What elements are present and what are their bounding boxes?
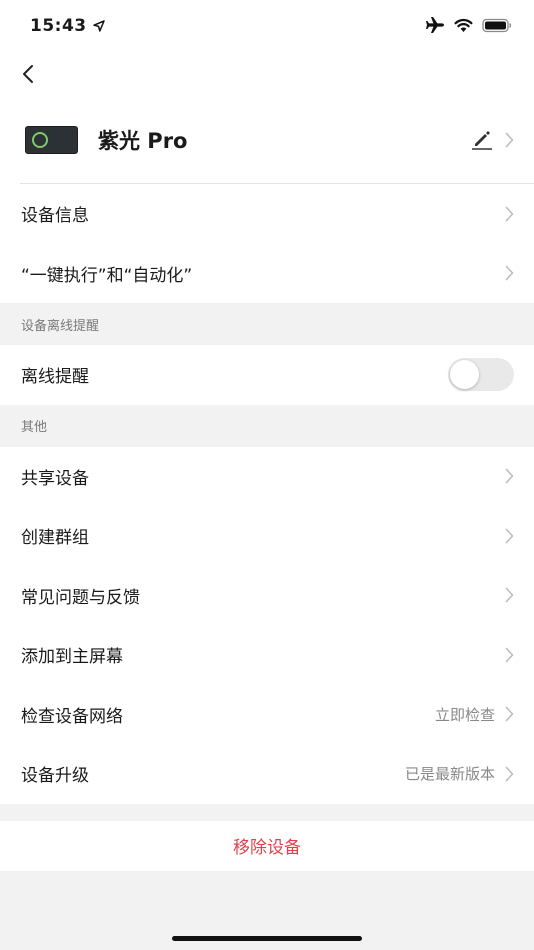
row-label: 设备升级	[21, 766, 89, 787]
device-header[interactable]: 紫光 Pro	[0, 96, 534, 183]
chevron-right-icon	[505, 132, 514, 147]
row-label: 共享设备	[21, 468, 89, 489]
airplane-icon	[426, 17, 444, 33]
row-share-device[interactable]: 共享设备	[0, 446, 534, 506]
row-faq-feedback[interactable]: 常见问题与反馈	[0, 565, 534, 625]
edit-pencil-icon[interactable]	[471, 130, 493, 150]
chevron-right-icon	[505, 265, 514, 281]
wifi-icon	[454, 18, 473, 32]
status-time-text: 15:43	[30, 16, 87, 36]
row-firmware-upgrade[interactable]: 设备升级 已是最新版本	[0, 744, 534, 804]
row-label: 检查设备网络	[21, 706, 123, 727]
row-label: 离线提醒	[21, 367, 89, 388]
home-indicator[interactable]	[172, 936, 362, 941]
status-bar: 15:43	[0, 0, 534, 52]
row-label: “一键执行”和“自动化”	[21, 265, 193, 286]
device-name: 紫光 Pro	[98, 128, 188, 153]
toggle-knob	[450, 360, 479, 390]
nav-bar	[0, 52, 534, 96]
row-label: 设备信息	[21, 206, 89, 227]
chevron-right-icon	[505, 706, 514, 722]
row-device-info[interactable]: 设备信息	[0, 184, 534, 244]
row-check-network[interactable]: 检查设备网络 立即检查	[0, 684, 534, 744]
chevron-right-icon	[505, 528, 514, 544]
chevron-right-icon	[505, 206, 514, 222]
offline-alert-toggle[interactable]	[448, 358, 514, 392]
row-scenes-automation[interactable]: “一键执行”和“自动化”	[0, 243, 534, 303]
section-header-other: 其他	[0, 404, 534, 447]
chevron-right-icon	[505, 647, 514, 663]
remove-device-button[interactable]: 移除设备	[0, 820, 534, 871]
row-create-group[interactable]: 创建群组	[0, 506, 534, 566]
chevron-right-icon	[505, 766, 514, 782]
location-arrow-icon	[92, 20, 105, 32]
row-value: 已是最新版本	[404, 765, 495, 784]
row-add-to-home[interactable]: 添加到主屏幕	[0, 625, 534, 685]
row-label: 常见问题与反馈	[21, 587, 140, 608]
device-thumbnail	[25, 125, 78, 154]
chevron-right-icon	[505, 587, 514, 603]
section-header-offline: 设备离线提醒	[0, 303, 534, 345]
row-value: 立即检查	[434, 705, 495, 724]
back-button[interactable]	[14, 60, 42, 88]
section-gap	[0, 803, 534, 821]
chevron-left-icon	[23, 65, 33, 83]
battery-icon	[482, 18, 512, 32]
row-label: 添加到主屏幕	[21, 647, 123, 668]
status-time: 15:43	[30, 16, 105, 36]
status-icons	[425, 16, 512, 34]
row-offline-alert: 离线提醒	[0, 345, 534, 405]
row-label: 创建群组	[21, 528, 89, 549]
chevron-right-icon	[505, 468, 514, 484]
